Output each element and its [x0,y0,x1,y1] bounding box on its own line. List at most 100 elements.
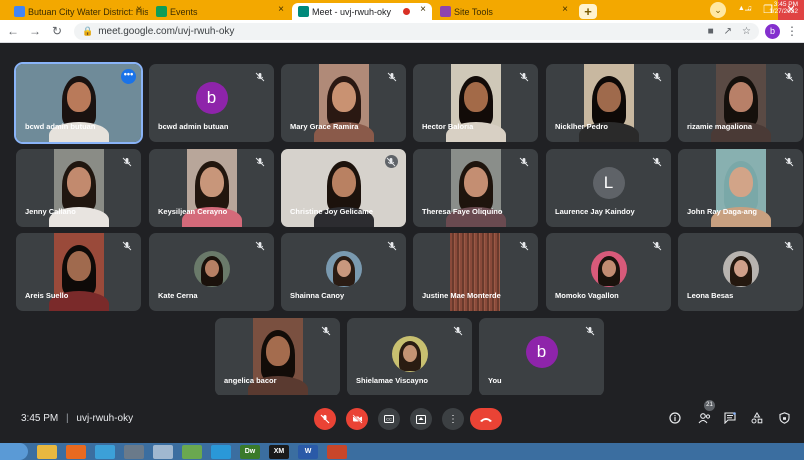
mic-muted-icon [254,70,266,82]
hang-up-icon [480,417,492,422]
participant-name: Theresa Faye Oliquino [422,207,503,216]
participant-avatar [325,251,362,287]
participant-name: rizamie magaliona [687,122,753,131]
mic-off-button[interactable] [314,408,336,430]
chrome-active-icon[interactable] [327,444,347,459]
participant-tile[interactable]: Shielamae Viscayno [347,318,472,396]
windows-taskbar: Dw XM W [0,443,804,460]
chrome-icon[interactable] [95,444,115,459]
tab-title: Site Tools [454,6,493,17]
browser-tab[interactable]: Meet - uvj-rwuh-oky × [292,3,432,20]
participant-avatar: L [592,167,625,199]
meeting-time: 3:45 PM [21,413,59,424]
camera-indicator-icon[interactable]: ■ [708,26,714,37]
meeting-info: 3:45 PM | uvj-rwuh-oky [21,413,133,424]
browser-tab[interactable]: Events × [150,3,290,20]
xm-icon[interactable]: XM [269,444,289,459]
present-screen-button[interactable] [410,408,432,430]
participant-tile[interactable]: L Laurence Jay Kaindoy [546,149,671,227]
start-button[interactable] [0,443,28,460]
close-tab-icon[interactable]: × [562,4,568,15]
tab-title: Meet - uvj-rwuh-oky [312,6,392,17]
mic-muted-icon [452,324,464,336]
leave-call-button[interactable] [470,408,502,430]
mic-muted-icon [320,324,332,336]
participant-tile[interactable]: Kate Cerna [149,233,274,311]
participant-tile[interactable]: Shainna Canoy [281,233,406,311]
camera-off-button[interactable] [346,408,368,430]
participant-avatar [590,251,627,287]
participant-tile[interactable]: angelica bacor [215,318,340,396]
participant-name: bcwd admin butuan [158,122,229,131]
address-bar: ← → ↻ 🔒 meet.google.com/uvj-rwuh-oky ■ ↗… [0,20,804,43]
reload-icon[interactable]: ↻ [48,24,66,38]
participant-name: Areis Suello [25,291,69,300]
browser-tab[interactable]: Butuan City Water District: Histor × [8,3,148,20]
participant-name: Leona Besas [687,291,734,300]
participant-tile[interactable]: Mary Grace Ramira [281,64,406,142]
browser-tab[interactable]: Site Tools × [434,3,574,20]
forward-arrow-icon[interactable]: → [26,24,44,38]
more-options-button[interactable]: ⋮ [442,408,464,430]
captions-button[interactable]: CC [378,408,400,430]
participant-tile[interactable]: b You [479,318,604,396]
camera-off-icon [351,414,363,424]
participant-tile[interactable]: Jenny Callano [16,149,141,227]
tab-title: Butuan City Water District: Histor [28,6,148,17]
participant-tile[interactable]: rizamie magaliona [678,64,803,142]
host-controls-button[interactable] [776,410,792,426]
mic-muted-icon [584,324,596,336]
close-tab-icon[interactable]: × [136,4,142,15]
system-clock[interactable]: 3:45 PM 1/27/2022 [769,1,798,15]
volume-icon[interactable]: ▲ ♫ [738,5,752,12]
browser-menu-icon[interactable]: ⋮ [786,24,798,38]
lock-icon: 🔒 [82,25,94,36]
mic-muted-icon [651,239,663,251]
participant-tile[interactable]: Theresa Faye Oliquino [413,149,538,227]
participant-name: Kate Cerna [158,291,198,300]
calculator-icon[interactable] [153,444,173,459]
info-icon [669,412,681,424]
share-icon[interactable]: ↗ [724,26,732,37]
tab-search-icon[interactable]: ⌄ [710,2,726,18]
chat-button[interactable] [722,410,738,426]
close-tab-icon[interactable]: × [420,4,426,15]
participant-tile[interactable]: Nicklher Pedro [546,64,671,142]
close-tab-icon[interactable]: × [278,4,284,15]
mic-muted-icon [254,155,266,167]
participant-tile[interactable]: Momoko Vagallon [546,233,671,311]
participant-avatar: b [195,82,228,114]
participant-tile[interactable]: Keysiljean Cerayno [149,149,274,227]
recording-indicator-icon [403,8,410,15]
participant-tile[interactable]: John Ray Daga-ang [678,149,803,227]
back-arrow-icon[interactable]: ← [4,24,22,38]
url-field[interactable]: 🔒 meet.google.com/uvj-rwuh-oky ■ ↗ ☆ [74,22,759,40]
new-tab-button[interactable]: + [579,4,597,19]
steam-icon[interactable] [124,444,144,459]
participant-more-button[interactable]: ••• [121,69,136,84]
participant-avatar: b [525,336,558,368]
more-vert-icon: ⋮ [448,413,458,425]
participant-name: Christine Joy Gelicame [290,207,373,216]
participant-name: Jenny Callano [25,207,76,216]
activities-button[interactable] [749,410,765,426]
folder-icon[interactable] [37,444,57,459]
skype-icon[interactable] [211,444,231,459]
firefox-icon[interactable] [66,444,86,459]
profile-avatar[interactable]: b [765,23,780,39]
participant-tile[interactable]: b bcwd admin butuan [149,64,274,142]
participant-tile[interactable]: ••• bcwd admin butuan [14,62,143,144]
mic-muted-icon [518,70,530,82]
participant-tile[interactable]: Areis Suello [16,233,141,311]
participant-tile[interactable]: Hector Baloria [413,64,538,142]
word-icon[interactable]: W [298,444,318,459]
chat-icon [724,412,736,424]
bookmark-star-icon[interactable]: ☆ [742,26,751,37]
participant-tile[interactable]: Christine Joy Gelicame [281,149,406,227]
meeting-details-button[interactable] [667,410,683,426]
paint-icon[interactable] [182,444,202,459]
participant-tile[interactable]: Justine Mae Monterde [413,233,538,311]
people-button[interactable] [696,410,712,426]
dreamweaver-icon[interactable]: Dw [240,444,260,459]
participant-tile[interactable]: Leona Besas [678,233,803,311]
